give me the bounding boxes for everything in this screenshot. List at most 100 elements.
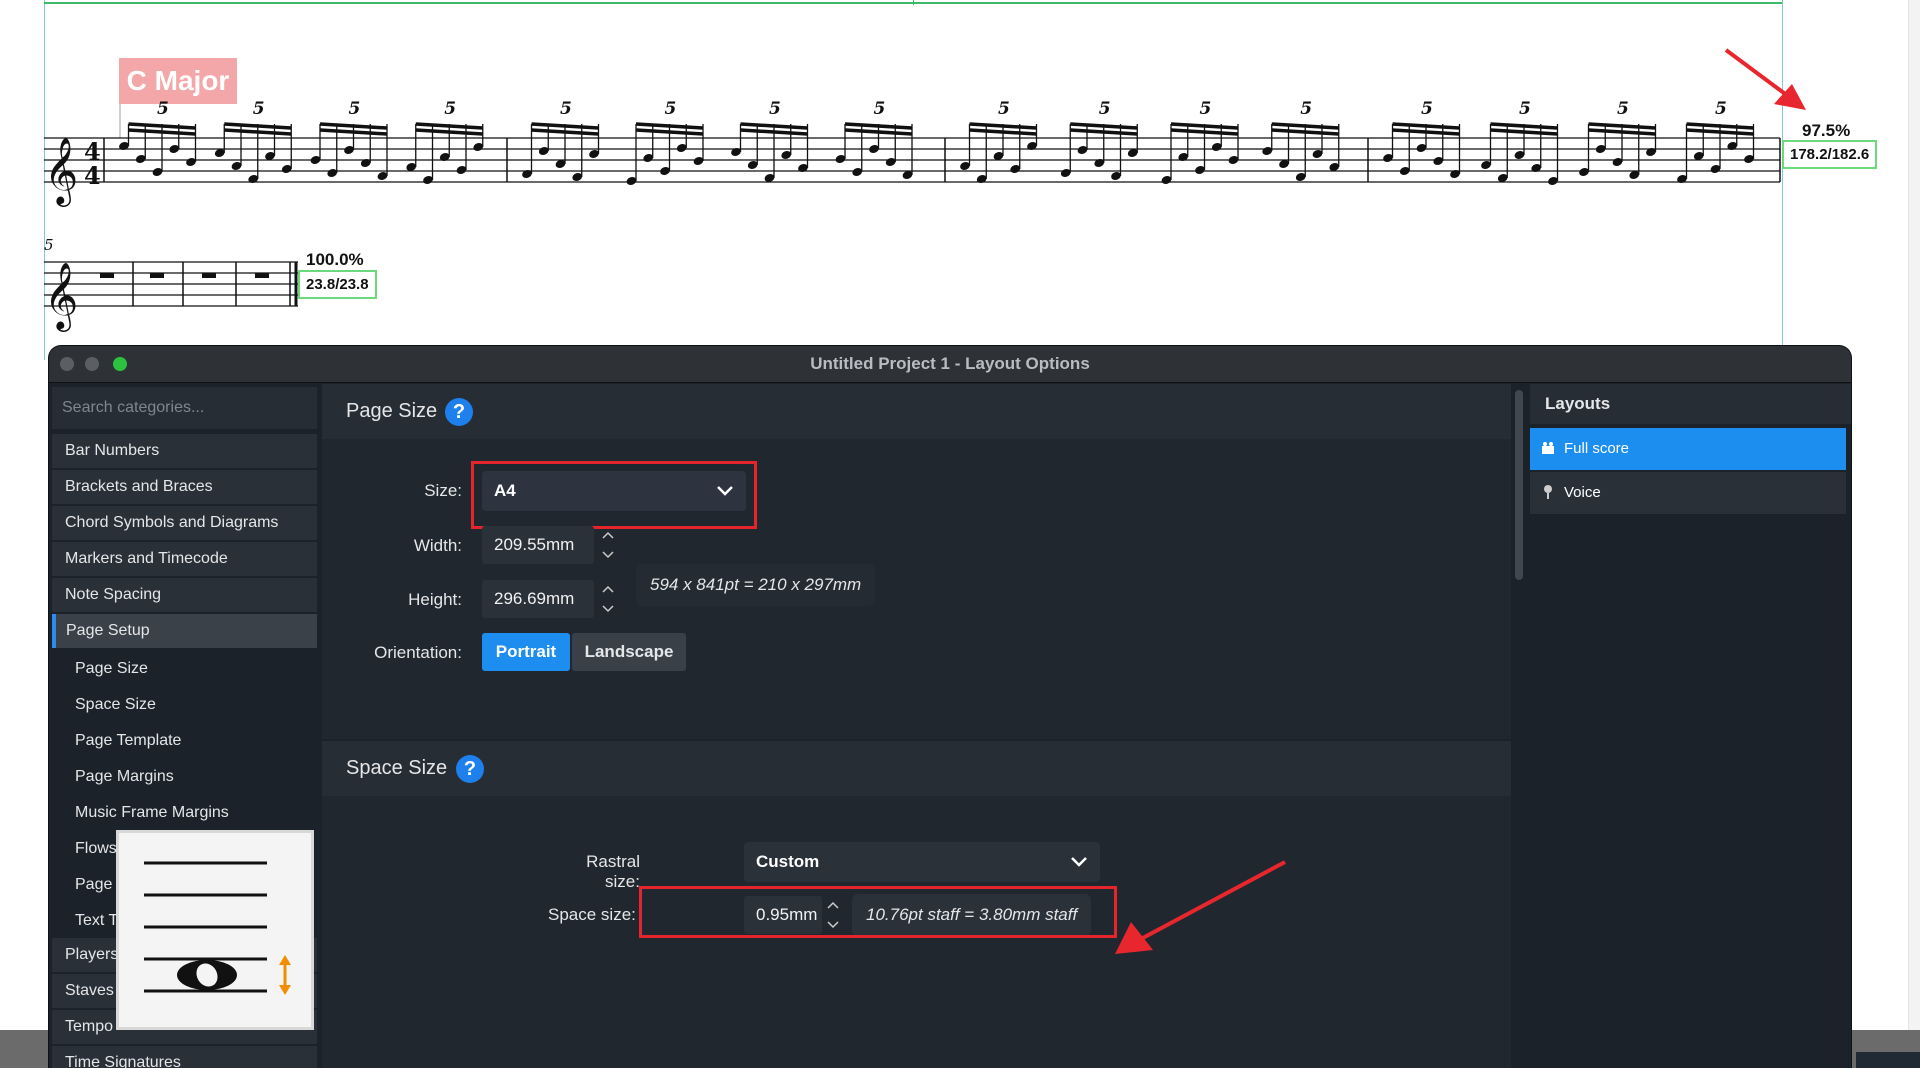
tuplet-number: 5	[665, 99, 677, 119]
tuplet-number: 5	[1200, 99, 1212, 119]
full-score-icon	[1542, 442, 1554, 454]
subcategory-page-size[interactable]: Page Size	[52, 652, 317, 686]
page-size-help-icon[interactable]: ?	[445, 398, 473, 426]
page-height-field[interactable]: 296.69mm	[482, 580, 594, 618]
whole-rest	[255, 273, 269, 278]
layouts-panel: Layouts Full score Voice	[1530, 384, 1851, 1068]
page-size-section-body: Size: A4 Width: 209.55mm Height: 296.69m…	[322, 439, 1511, 739]
beam	[740, 128, 808, 136]
tuplet-number: 5	[444, 99, 456, 119]
time-signature-bottom: 4	[84, 161, 101, 190]
category-chord-symbols[interactable]: Chord Symbols and Diagrams	[52, 506, 317, 540]
tuplet-number: 5	[998, 99, 1010, 119]
system-1-casting-off-percent: 97.5%	[1802, 121, 1851, 140]
height-label: Height:	[408, 590, 462, 609]
category-note-spacing[interactable]: Note Spacing	[52, 578, 317, 612]
app-status-strip-icons	[1856, 1052, 1920, 1068]
rastral-size-label: Rastral size:	[586, 852, 640, 891]
annotation-arrow-bottom	[1115, 860, 1286, 954]
page-height-stepper[interactable]	[600, 580, 616, 618]
beam	[969, 128, 1037, 136]
subcategory-page-margins[interactable]: Page Margins	[52, 760, 317, 794]
options-scrollbar[interactable]	[1512, 384, 1526, 1068]
subcategory-music-frame-margins[interactable]: Music Frame Margins	[52, 796, 317, 830]
treble-clef-glyph: 𝄞	[44, 136, 78, 207]
page-size-highlight-box	[471, 461, 757, 529]
beam	[1271, 128, 1339, 136]
beam	[844, 128, 913, 136]
beam	[128, 128, 196, 136]
beam	[531, 122, 599, 130]
subcategory-space-size[interactable]: Space Size	[52, 688, 317, 722]
score-view: C Major 𝄞 4 4 5 5 5 5 5 5 5 5 5 5 5 5 5 5 5 5 𝄞 5 97.5% 178.…	[0, 0, 1920, 370]
category-time-signatures[interactable]: Time Signatures	[52, 1046, 317, 1068]
category-markers-timecode[interactable]: Markers and Timecode	[52, 542, 317, 576]
whole-rest	[202, 273, 216, 278]
orientation-portrait-button[interactable]: Portrait	[482, 633, 570, 671]
beam	[1392, 122, 1460, 130]
layout-label-full-score: Full score	[1564, 440, 1630, 457]
options-scrollbar-thumb[interactable]	[1515, 390, 1523, 580]
beam	[969, 122, 1037, 130]
beam	[1392, 128, 1460, 136]
category-search-input[interactable]: Search categories...	[52, 387, 317, 429]
page-width-field[interactable]: 209.55mm	[482, 526, 594, 564]
beam	[635, 128, 704, 136]
beam	[1490, 122, 1558, 130]
category-bar-numbers[interactable]: Bar Numbers	[52, 434, 317, 468]
layout-item-voice[interactable]: Voice	[1530, 472, 1846, 514]
beam	[128, 122, 196, 130]
beam	[1070, 128, 1138, 136]
orientation-landscape-button[interactable]: Landscape	[572, 633, 686, 671]
staff-preview-graphic	[144, 861, 291, 995]
beam	[1070, 122, 1138, 130]
space-size-highlight-box	[639, 886, 1117, 938]
beam	[224, 122, 292, 130]
music-notation: 𝄞 445 5 5 5 5 5 5 5 5 5 5 5 5 5 5 5𝄞5	[44, 99, 1781, 332]
layout-label-voice: Voice	[1564, 484, 1601, 501]
beam	[319, 128, 388, 136]
category-page-setup[interactable]: Page Setup	[52, 614, 317, 648]
space-size-section-body: Rastral size: Custom Space size: 0.95mm …	[322, 796, 1511, 1068]
page-size-section-header: Page Size ?	[322, 384, 1511, 439]
category-brackets-and-braces[interactable]: Brackets and Braces	[52, 470, 317, 504]
tuplet-number: 5	[349, 99, 361, 119]
space-size-section-title: Space Size	[346, 757, 448, 779]
page-dimensions-hint: 594 x 841pt = 210 x 297mm	[636, 564, 876, 606]
space-size-label: Space size:	[548, 905, 636, 924]
size-label: Size:	[424, 481, 462, 500]
system-1-casting-off-ratio: 178.2/182.6	[1782, 140, 1878, 169]
whole-rest	[100, 273, 114, 278]
voice-part-icon	[1544, 485, 1552, 499]
tuplet-number: 5	[769, 99, 781, 119]
space-size-section-header: Space Size ?	[322, 741, 1511, 796]
page-size-section-title: Page Size	[346, 400, 438, 422]
layout-item-full-score[interactable]: Full score	[1530, 428, 1846, 470]
tuplet-number: 5	[1617, 99, 1629, 119]
beam	[1686, 122, 1754, 130]
page-width-stepper[interactable]	[600, 526, 616, 564]
layouts-header: Layouts	[1530, 384, 1851, 424]
window-scrollbar[interactable]	[1908, 0, 1920, 1068]
beam	[415, 128, 483, 136]
options-panel: Page Size ? Size: A4 Width: 209.55mm Hei…	[322, 384, 1511, 1068]
treble-clef-glyph: 𝄞	[44, 261, 78, 332]
beam	[224, 128, 292, 136]
space-size-help-icon[interactable]: ?	[456, 755, 484, 783]
rastral-size-dropdown-value: Custom	[756, 852, 820, 871]
beam	[1588, 122, 1656, 130]
layout-options-dialog: Untitled Project 1 - Layout Options Sear…	[49, 346, 1851, 1068]
tuplet-number: 5	[1421, 99, 1433, 119]
beam	[1271, 122, 1339, 130]
tuplet-number: 5	[253, 99, 265, 119]
subcategory-page-template[interactable]: Page Template	[52, 724, 317, 758]
tuplet-number: 5	[560, 99, 572, 119]
beam	[844, 122, 913, 130]
tuplet-number: 5	[874, 99, 886, 119]
rastral-size-dropdown[interactable]: Custom	[744, 842, 1100, 882]
beam	[1170, 122, 1239, 130]
beam	[1686, 128, 1754, 136]
dialog-titlebar[interactable]: Untitled Project 1 - Layout Options	[49, 346, 1851, 383]
annotation-arrow-top	[1724, 48, 1806, 110]
beam	[1490, 128, 1558, 136]
